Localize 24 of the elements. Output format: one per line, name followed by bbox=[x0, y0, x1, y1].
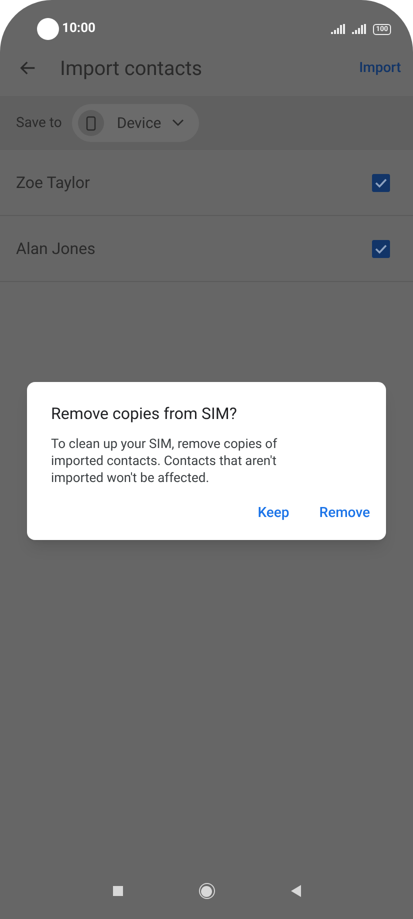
dialog-button[interactable]: Keep bbox=[258, 503, 290, 524]
recents-icon[interactable] bbox=[112, 886, 122, 896]
signal-icon bbox=[330, 24, 346, 34]
checkbox[interactable] bbox=[372, 240, 390, 258]
contact-row[interactable]: Zoe Taylor bbox=[0, 150, 413, 216]
screen-title: Import contacts bbox=[60, 55, 202, 82]
status-time: 10:00 bbox=[62, 20, 96, 38]
signal-icon bbox=[352, 24, 367, 34]
check-icon bbox=[375, 244, 387, 254]
dialog-title: Remove copies from SIM? bbox=[51, 403, 238, 425]
contact-name: Zoe Taylor bbox=[16, 172, 90, 194]
check-icon bbox=[375, 178, 387, 188]
contact-name: Alan Jones bbox=[16, 238, 96, 260]
contact-row[interactable]: Alan Jones bbox=[0, 216, 413, 282]
chevron-down-icon bbox=[171, 118, 186, 128]
phone-icon bbox=[78, 110, 104, 136]
import-button[interactable]: Import bbox=[359, 58, 401, 78]
home-icon[interactable] bbox=[198, 883, 214, 899]
back-icon[interactable] bbox=[290, 885, 300, 897]
checkbox[interactable] bbox=[372, 174, 390, 192]
dialog-button[interactable]: Remove bbox=[319, 503, 370, 524]
account-selector[interactable]: Device bbox=[72, 104, 200, 142]
dialog-message: To clean up your SIM, remove copies of imported contacts. Contacts that aren't imported won't be affected. bbox=[51, 436, 278, 487]
camera-icon bbox=[37, 18, 59, 40]
